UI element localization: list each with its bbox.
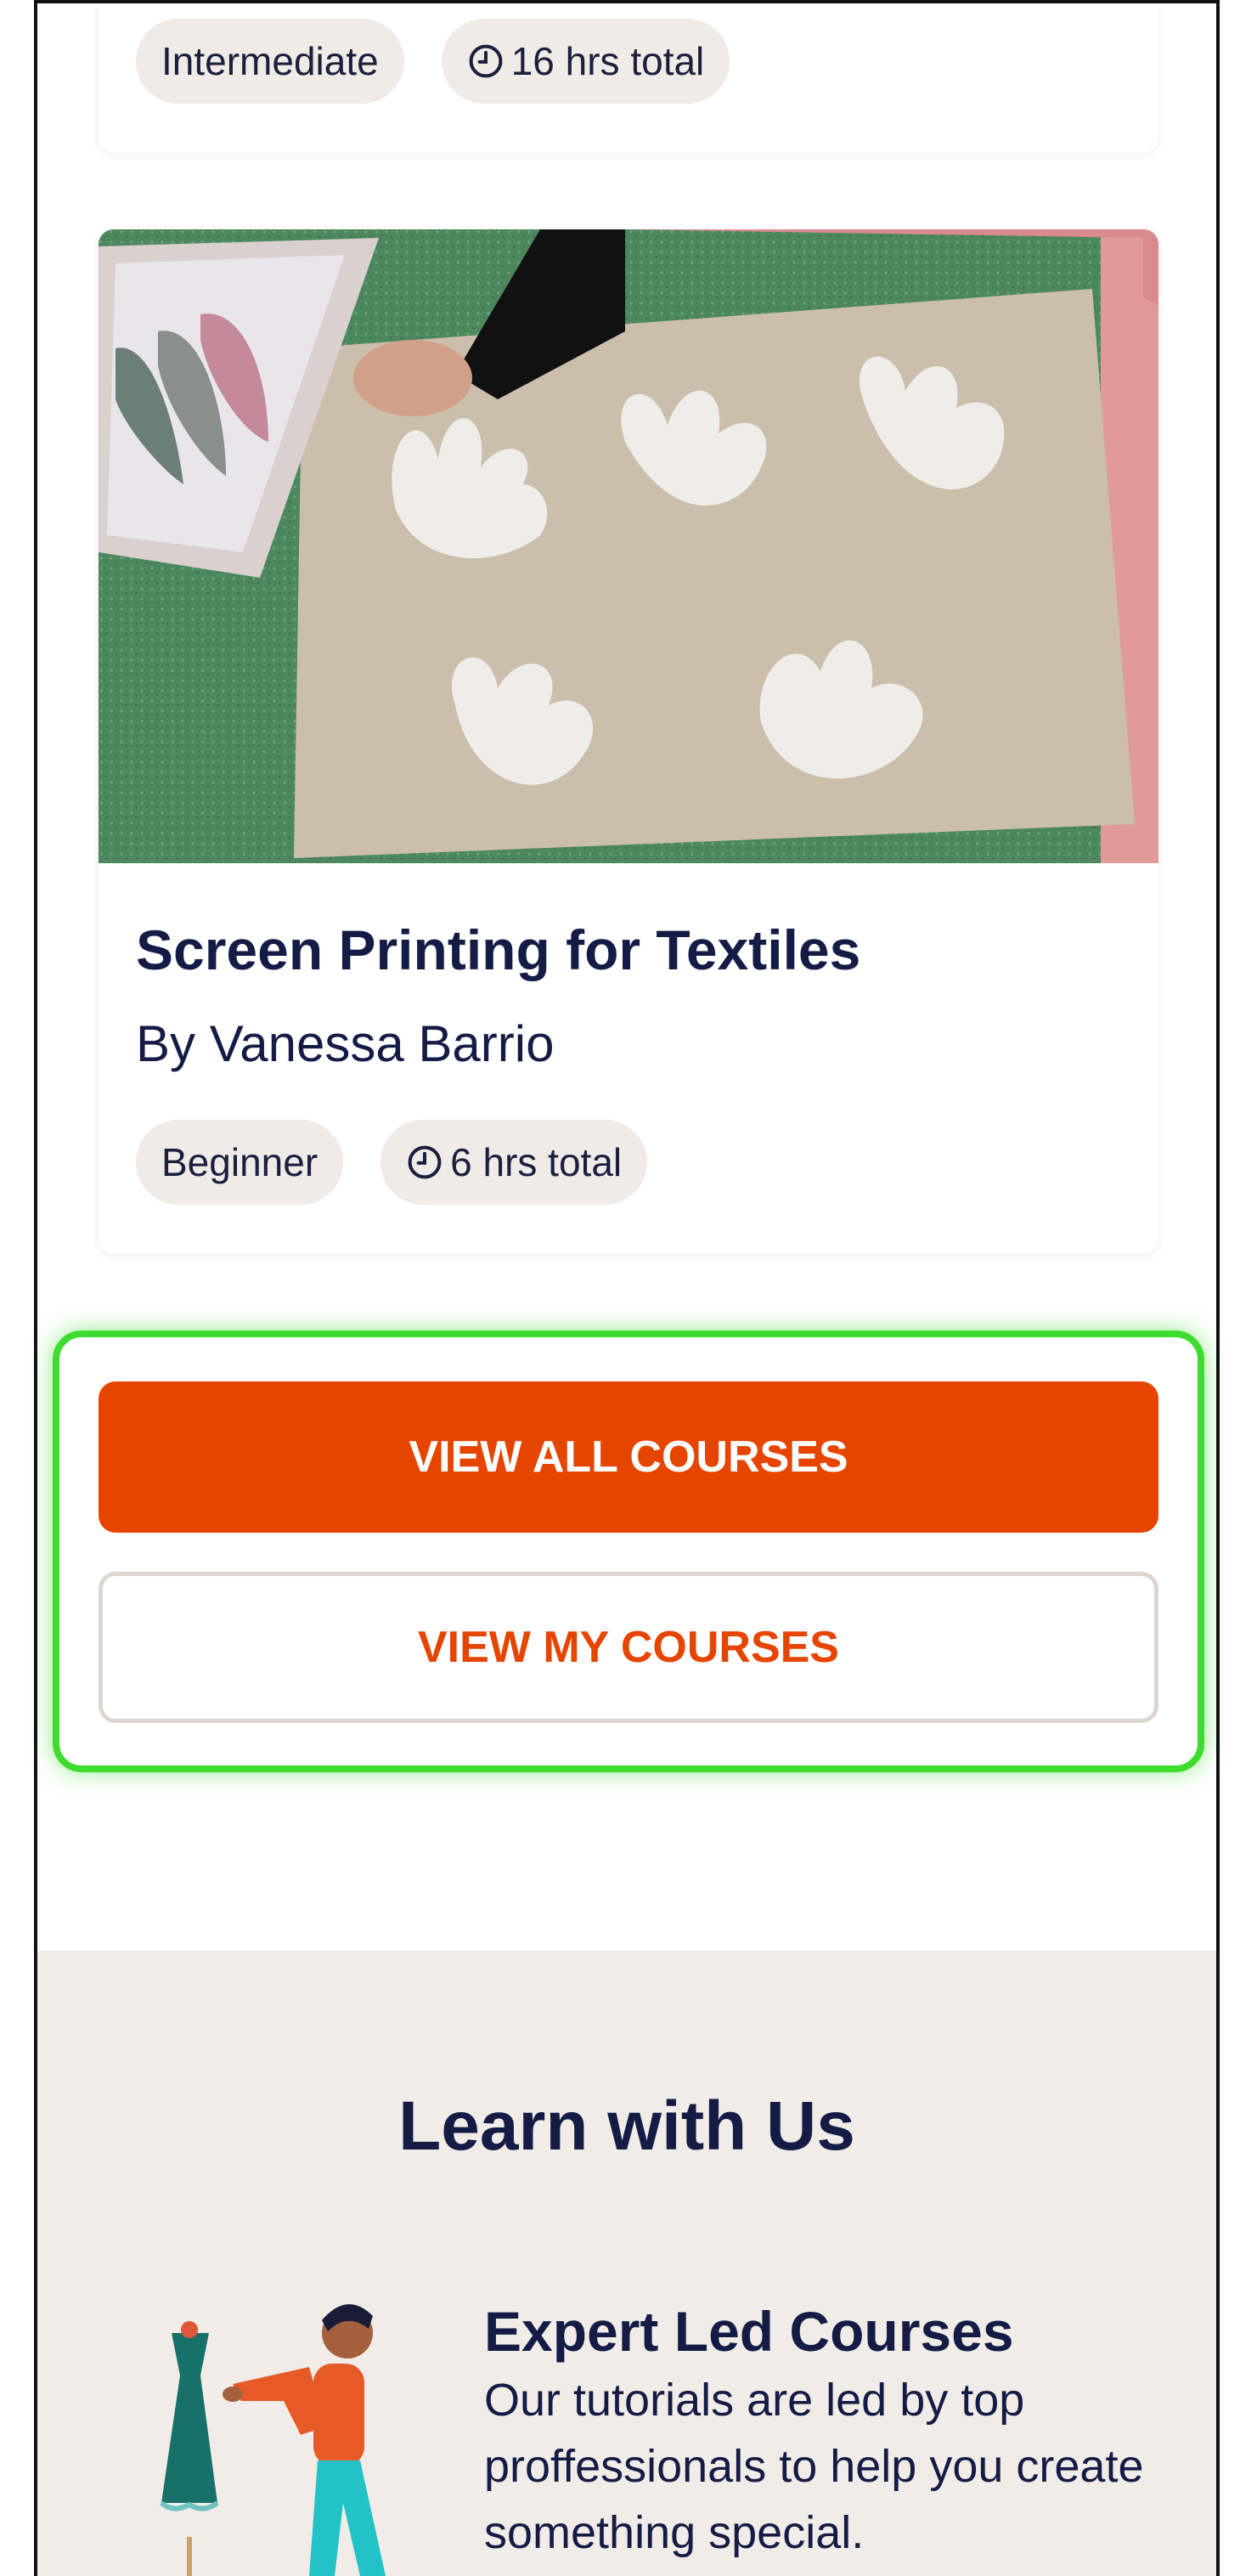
window-border bbox=[34, 0, 37, 2576]
duration-label: 16 hrs total bbox=[510, 39, 705, 83]
app-screen: Intermediate 16 hrs total Screen Printin… bbox=[0, 0, 1257, 2576]
view-all-courses-button[interactable]: VIEW ALL COURSES bbox=[99, 1381, 1158, 1533]
course-title[interactable]: Screen Printing for Textiles bbox=[136, 918, 860, 982]
level-label: Intermediate bbox=[161, 39, 379, 83]
course-author: By Vanessa Barrio bbox=[136, 1015, 555, 1072]
level-chip: Intermediate bbox=[136, 19, 404, 104]
feature-description: Our tutorials are led by top proffession… bbox=[484, 2375, 1144, 2558]
level-label: Beginner bbox=[161, 1140, 318, 1184]
course-tags: Beginner 6 hrs total bbox=[136, 1120, 648, 1205]
window-border bbox=[1216, 0, 1220, 2576]
level-chip: Beginner bbox=[136, 1120, 344, 1205]
course-tags: Intermediate 16 hrs total bbox=[136, 19, 730, 104]
window-border bbox=[34, 0, 1220, 3]
course-card-previous[interactable]: Intermediate 16 hrs total bbox=[99, 0, 1158, 153]
view-my-courses-button[interactable]: VIEW MY COURSES bbox=[99, 1572, 1158, 1723]
clock-icon bbox=[408, 1145, 442, 1179]
learn-with-us-section: Learn with Us Expert Led Courses Our tut… bbox=[37, 1951, 1216, 2576]
duration-chip: 6 hrs total bbox=[380, 1120, 648, 1205]
tailor-with-mannequin-icon bbox=[160, 2304, 386, 2576]
feature-title: Expert Led Courses bbox=[484, 2300, 1014, 2363]
screen-printing-photo bbox=[99, 229, 1158, 863]
clock-icon bbox=[469, 44, 503, 78]
section-title: Learn with Us bbox=[398, 2087, 855, 2165]
duration-label: 6 hrs total bbox=[450, 1140, 623, 1184]
course-card[interactable]: Screen Printing for Textiles By Vanessa … bbox=[99, 229, 1158, 1254]
duration-chip: 16 hrs total bbox=[441, 19, 730, 104]
